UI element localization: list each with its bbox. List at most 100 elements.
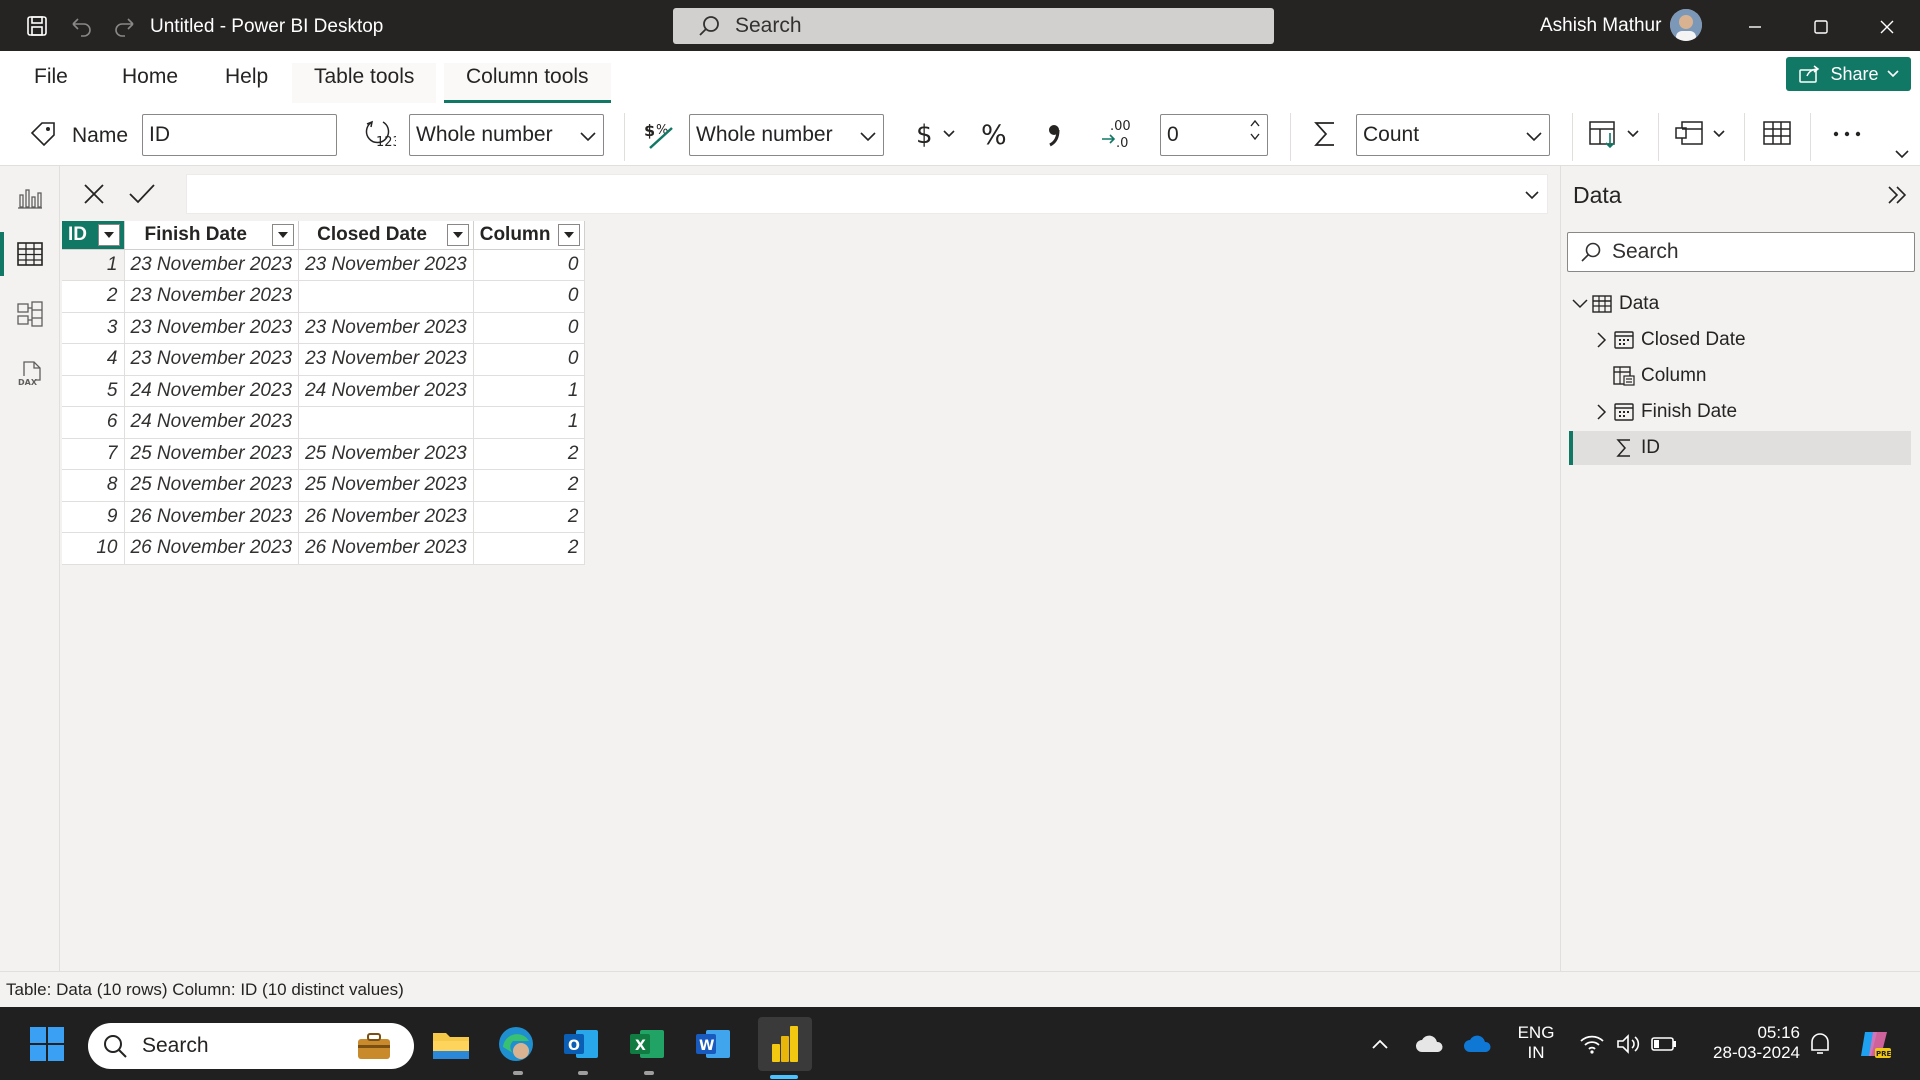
- wifi-icon[interactable]: [1572, 1021, 1612, 1067]
- cell-id[interactable]: 8: [62, 469, 125, 502]
- chevron-down-icon[interactable]: [1249, 133, 1261, 141]
- cell-finish-date[interactable]: 26 November 2023: [124, 501, 300, 533]
- cell-closed-date[interactable]: 25 November 2023: [298, 438, 474, 470]
- sort-by-column-button[interactable]: [1674, 119, 1732, 149]
- cancel-formula-button[interactable]: [82, 182, 106, 206]
- column-header-finish-date[interactable]: Finish Date: [124, 221, 300, 250]
- power-bi-icon[interactable]: [758, 1017, 812, 1071]
- report-view-button[interactable]: [0, 170, 60, 226]
- decimal-spinner[interactable]: [1249, 119, 1261, 141]
- chevron-right-icon[interactable]: [1591, 404, 1613, 420]
- expand-formula-button[interactable]: [1524, 190, 1540, 200]
- cell-finish-date[interactable]: 23 November 2023: [124, 280, 300, 313]
- tree-field-column[interactable]: Column: [1569, 359, 1911, 393]
- excel-icon[interactable]: X: [624, 1021, 670, 1067]
- cell-id[interactable]: 6: [62, 406, 125, 439]
- tab-file[interactable]: File: [32, 63, 70, 103]
- data-type-select[interactable]: Whole number: [409, 114, 604, 156]
- thousands-separator-button[interactable]: [1044, 119, 1064, 149]
- model-view-button[interactable]: [0, 286, 60, 342]
- share-button[interactable]: Share: [1786, 57, 1911, 91]
- cell-column[interactable]: 2: [473, 501, 586, 533]
- outlook-icon[interactable]: O: [558, 1021, 604, 1067]
- cell-id[interactable]: 5: [62, 375, 125, 407]
- table-view-nav-button[interactable]: [0, 226, 60, 282]
- cell-column[interactable]: 0: [473, 249, 586, 281]
- onedrive-icon[interactable]: [1456, 1021, 1500, 1067]
- battery-icon[interactable]: [1644, 1021, 1684, 1067]
- cell-column[interactable]: 0: [473, 312, 586, 344]
- cell-column[interactable]: 2: [473, 532, 586, 565]
- redo-icon[interactable]: [112, 13, 138, 39]
- volume-icon[interactable]: [1608, 1021, 1648, 1067]
- cell-id[interactable]: 9: [62, 501, 125, 533]
- minimize-button[interactable]: [1732, 10, 1778, 44]
- cell-finish-date[interactable]: 23 November 2023: [124, 312, 300, 344]
- cell-id[interactable]: 10: [62, 532, 125, 565]
- notifications-icon[interactable]: [1800, 1021, 1840, 1067]
- cell-id[interactable]: 7: [62, 438, 125, 470]
- tree-field-id[interactable]: ID: [1569, 431, 1911, 465]
- column-header-closed-date[interactable]: Closed Date: [298, 221, 474, 250]
- cell-finish-date[interactable]: 25 November 2023: [124, 469, 300, 502]
- cell-column[interactable]: 1: [473, 406, 586, 439]
- file-explorer-icon[interactable]: [428, 1021, 474, 1067]
- cell-closed-date[interactable]: 23 November 2023: [298, 312, 474, 344]
- cell-column[interactable]: 2: [473, 438, 586, 470]
- format-select[interactable]: Whole number: [689, 114, 884, 156]
- tree-field-closed-date[interactable]: Closed Date: [1569, 323, 1911, 357]
- column-header-id[interactable]: ID: [62, 221, 125, 250]
- column-header-column[interactable]: Column: [473, 221, 586, 250]
- table-view-button[interactable]: [1762, 119, 1792, 149]
- cell-column[interactable]: 0: [473, 280, 586, 313]
- ribbon-collapse-button[interactable]: [1894, 149, 1910, 159]
- word-icon[interactable]: W: [690, 1021, 736, 1067]
- user-name[interactable]: Ashish Mathur: [1540, 15, 1661, 37]
- cloud-icon[interactable]: [1408, 1021, 1452, 1067]
- cell-id[interactable]: 1: [62, 249, 125, 281]
- cell-finish-date[interactable]: 24 November 2023: [124, 375, 300, 407]
- cell-finish-date[interactable]: 26 November 2023: [124, 532, 300, 565]
- decimal-places-input[interactable]: 0: [1160, 114, 1268, 156]
- cell-column[interactable]: 2: [473, 469, 586, 502]
- cell-finish-date[interactable]: 24 November 2023: [124, 406, 300, 439]
- clock[interactable]: 05:16 28-03-2024: [1690, 1023, 1800, 1063]
- cell-closed-date[interactable]: [298, 280, 474, 313]
- decimal-button[interactable]: .00.0: [1100, 117, 1134, 151]
- commit-formula-button[interactable]: [128, 182, 156, 206]
- formula-input[interactable]: [186, 174, 1548, 214]
- tab-home[interactable]: Home: [120, 63, 180, 103]
- close-button[interactable]: [1864, 10, 1910, 44]
- input-language-indicator[interactable]: ENG IN: [1508, 1023, 1564, 1063]
- tab-column-tools[interactable]: Column tools: [444, 63, 611, 103]
- tree-field-finish-date[interactable]: Finish Date: [1569, 395, 1911, 429]
- cell-finish-date[interactable]: 25 November 2023: [124, 438, 300, 470]
- chevron-down-icon[interactable]: [1569, 299, 1591, 309]
- tree-table-data[interactable]: Data: [1569, 287, 1911, 321]
- undo-icon[interactable]: [68, 13, 94, 39]
- cell-closed-date[interactable]: 24 November 2023: [298, 375, 474, 407]
- tab-help[interactable]: Help: [223, 63, 270, 103]
- cell-finish-date[interactable]: 23 November 2023: [124, 249, 300, 281]
- filter-dropdown-button[interactable]: [446, 223, 469, 246]
- taskbar-search-box[interactable]: Search: [88, 1023, 414, 1069]
- chevron-right-icon[interactable]: [1591, 332, 1613, 348]
- cell-column[interactable]: 1: [473, 375, 586, 407]
- title-search-box[interactable]: Search: [673, 8, 1274, 44]
- cell-closed-date[interactable]: 25 November 2023: [298, 469, 474, 502]
- cell-closed-date[interactable]: 23 November 2023: [298, 249, 474, 281]
- currency-format-button[interactable]: $: [914, 119, 960, 149]
- filter-dropdown-button[interactable]: [558, 223, 581, 246]
- cell-id[interactable]: 4: [62, 343, 125, 376]
- data-pane-search-input[interactable]: Search: [1567, 232, 1915, 272]
- tab-table-tools[interactable]: Table tools: [292, 63, 437, 103]
- dax-query-view-button[interactable]: DAX: [0, 346, 60, 402]
- cell-column[interactable]: 0: [473, 343, 586, 376]
- maximize-button[interactable]: [1798, 10, 1844, 44]
- avatar[interactable]: [1670, 9, 1702, 41]
- cell-finish-date[interactable]: 23 November 2023: [124, 343, 300, 376]
- save-icon[interactable]: [24, 13, 50, 39]
- filter-dropdown-button[interactable]: [97, 223, 120, 246]
- name-input[interactable]: ID: [142, 114, 337, 156]
- start-button[interactable]: [24, 1021, 70, 1067]
